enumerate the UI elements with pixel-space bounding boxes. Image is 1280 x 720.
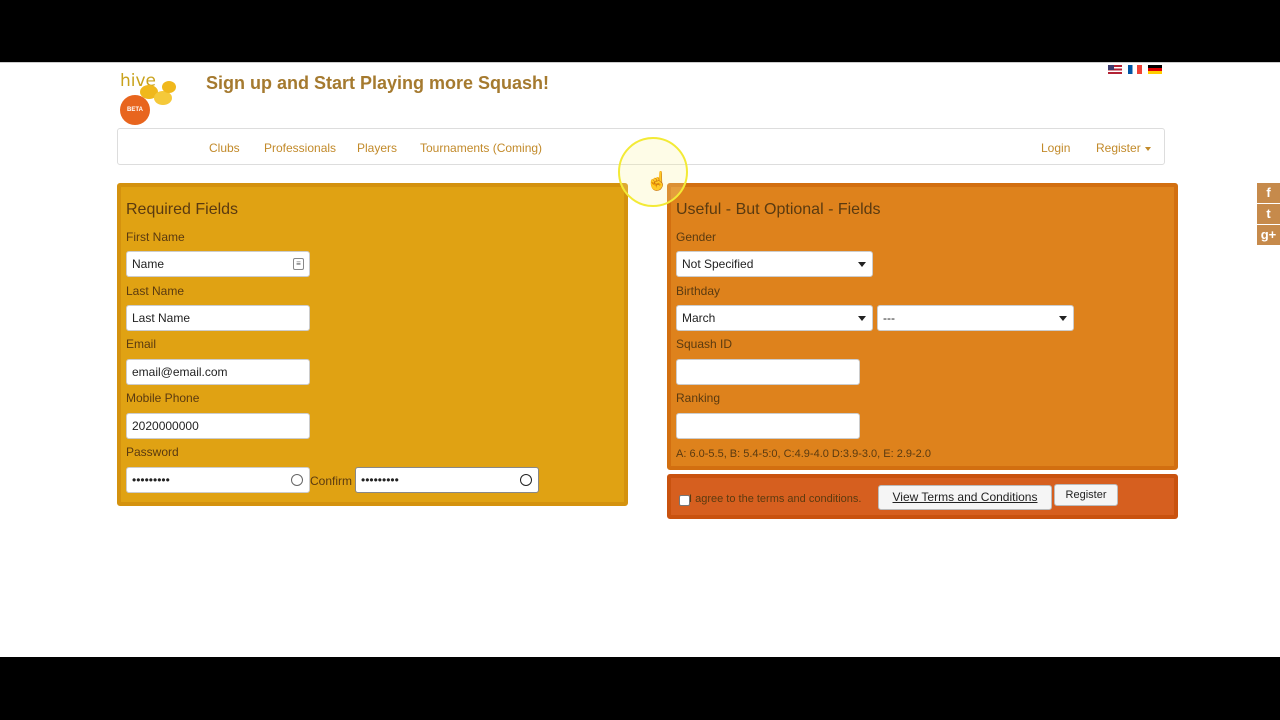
page-title: Sign up and Start Playing more Squash! bbox=[206, 73, 550, 93]
nav-register-dropdown[interactable]: Register bbox=[1096, 141, 1151, 155]
us-flag-icon[interactable] bbox=[1108, 65, 1122, 74]
ranking-input[interactable] bbox=[676, 413, 860, 439]
nav-professionals[interactable]: Professionals bbox=[264, 141, 336, 155]
agree-text: I agree to the terms and conditions. bbox=[689, 493, 862, 505]
ranking-hint: A: 6.0-5.5, B: 5.4-5:0, C:4.9-4.0 D:3.9-… bbox=[676, 448, 931, 460]
terms-panel: I agree to the terms and conditions. Vie… bbox=[667, 474, 1178, 519]
browser-viewport: hive BETA Sign up and Start Playing more… bbox=[0, 62, 1280, 657]
language-flags bbox=[1108, 65, 1162, 74]
password-label: Password bbox=[126, 445, 179, 459]
mobile-phone-label: Mobile Phone bbox=[126, 391, 200, 405]
register-button[interactable]: Register bbox=[1054, 484, 1118, 506]
squash-id-input[interactable] bbox=[676, 359, 860, 385]
caret-down-icon bbox=[1144, 146, 1151, 151]
facebook-icon[interactable]: f bbox=[1257, 183, 1280, 203]
contact-card-icon: ≡ bbox=[293, 258, 304, 270]
dropdown-arrow-icon bbox=[1059, 316, 1067, 321]
last-name-label: Last Name bbox=[126, 284, 185, 298]
confirm-password-value: ••••••••• bbox=[361, 473, 399, 487]
last-name-input[interactable]: Last Name bbox=[126, 305, 310, 331]
password-key-icon bbox=[291, 474, 303, 486]
view-terms-button[interactable]: View Terms and Conditions bbox=[878, 485, 1052, 510]
beta-badge: BETA bbox=[120, 95, 150, 125]
dropdown-arrow-icon bbox=[858, 262, 866, 267]
de-flag-icon[interactable] bbox=[1148, 65, 1162, 74]
hand-cursor-icon: ☝ bbox=[646, 171, 669, 191]
nav-login[interactable]: Login bbox=[1041, 141, 1070, 155]
birthday-month-value: March bbox=[682, 311, 716, 325]
nav-players[interactable]: Players bbox=[357, 141, 397, 155]
first-name-input[interactable]: Name ≡ bbox=[126, 251, 310, 277]
gender-label: Gender bbox=[676, 230, 717, 244]
password-key-icon bbox=[520, 474, 532, 486]
social-share-bar: f t g+ bbox=[1257, 183, 1280, 245]
gender-select[interactable]: Not Specified bbox=[676, 251, 873, 277]
nav-tournaments[interactable]: Tournaments (Coming) bbox=[420, 141, 542, 155]
first-name-label: First Name bbox=[126, 230, 185, 244]
required-fields-panel: Required Fields First Name Name ≡ Last N… bbox=[117, 183, 628, 506]
password-input[interactable]: ••••••••• bbox=[126, 467, 310, 493]
nav-clubs[interactable]: Clubs bbox=[209, 141, 240, 155]
birthday-label: Birthday bbox=[676, 284, 721, 298]
gender-selected-value: Not Specified bbox=[682, 257, 754, 271]
logo-hex-icon bbox=[154, 91, 172, 105]
twitter-icon[interactable]: t bbox=[1257, 204, 1280, 224]
logo-hex-icon bbox=[162, 81, 176, 93]
nav-register-label: Register bbox=[1096, 141, 1141, 155]
hive-logo[interactable]: hive BETA bbox=[118, 71, 180, 125]
squash-id-label: Squash ID bbox=[676, 337, 733, 351]
confirm-password-input[interactable]: ••••••••• bbox=[355, 467, 539, 493]
fr-flag-icon[interactable] bbox=[1128, 65, 1142, 74]
google-plus-icon[interactable]: g+ bbox=[1257, 225, 1280, 245]
ranking-label: Ranking bbox=[676, 391, 721, 405]
mobile-phone-input[interactable]: 2020000000 bbox=[126, 413, 310, 439]
email-label: Email bbox=[126, 337, 157, 351]
required-panel-title: Required Fields bbox=[126, 201, 239, 218]
password-value: ••••••••• bbox=[132, 473, 170, 487]
optional-fields-panel: Useful - But Optional - Fields Gender No… bbox=[667, 183, 1178, 470]
confirm-label: Confirm bbox=[310, 474, 353, 488]
birthday-year-value: --- bbox=[883, 311, 895, 325]
first-name-value: Name bbox=[132, 257, 165, 271]
optional-panel-title: Useful - But Optional - Fields bbox=[676, 201, 881, 218]
email-input[interactable]: email@email.com bbox=[126, 359, 310, 385]
dropdown-arrow-icon bbox=[858, 316, 866, 321]
birthday-year-select[interactable]: --- bbox=[877, 305, 1074, 331]
birthday-month-select[interactable]: March bbox=[676, 305, 873, 331]
